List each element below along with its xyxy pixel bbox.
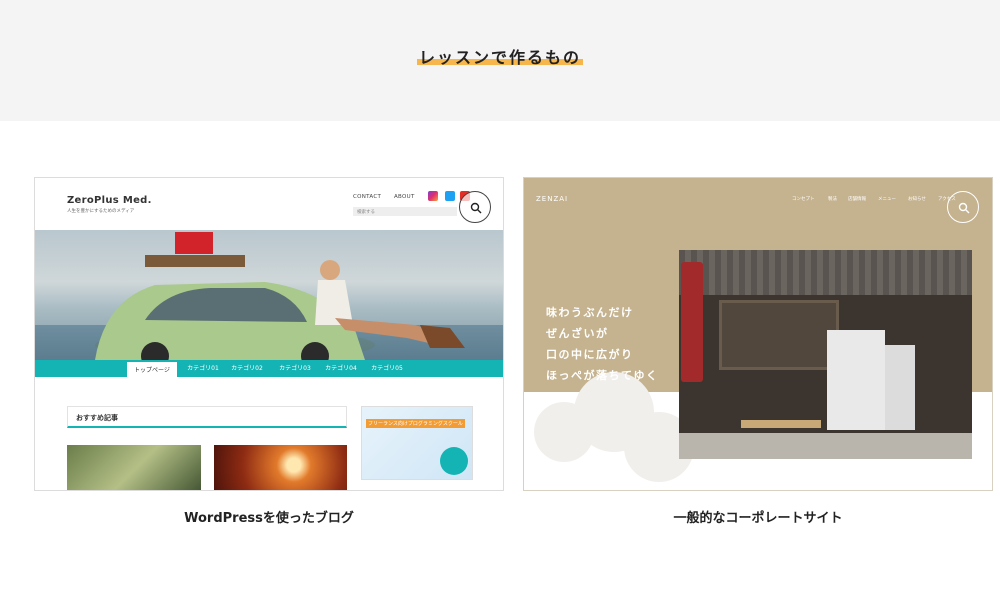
- article-thumbnail: [67, 445, 201, 490]
- search-icon: [947, 191, 979, 223]
- blog-card-caption: WordPressを使ったブログ: [184, 511, 354, 526]
- blog-site-logo: ZeroPlus Med.: [67, 195, 152, 206]
- corporate-hero-copy: 味わうぶんだけ ぜんざいが 口の中に広がり ほっぺが落ちてゆく: [546, 302, 659, 386]
- blog-preview-card[interactable]: ZeroPlus Med. 人生を豊かにするためのメディア CONTACT AB…: [34, 177, 504, 491]
- corporate-nav-concept: コンセプト: [792, 197, 815, 202]
- corporate-nav-menu: メニュー: [878, 197, 896, 202]
- shop-banner-sign: [681, 262, 703, 382]
- blog-tab-cat02: カテゴリ02: [231, 365, 263, 372]
- corporate-nav-method: 製法: [828, 197, 837, 202]
- ad-banner: フリーランス向けプログラミングスクール: [361, 406, 473, 480]
- blog-tab-cat04: カテゴリ04: [325, 365, 357, 372]
- blog-tagline: 人生を豊かにするためのメディア: [67, 209, 135, 214]
- blog-nav-about: ABOUT: [394, 194, 415, 200]
- blog-category-nav: トップページ カテゴリ01 カテゴリ02 カテゴリ03 カテゴリ04 カテゴリ0…: [35, 360, 503, 377]
- blog-tab-cat03: カテゴリ03: [279, 365, 311, 372]
- hero-copy-line: 味わうぶんだけ: [546, 306, 634, 319]
- blog-tab-cat05: カテゴリ05: [371, 365, 403, 372]
- corporate-preview-card[interactable]: ZENZAI コンセプト 製法 店舗情報 メニュー お知らせ アクセス 味わうぶ…: [523, 177, 993, 491]
- blog-tab-cat01: カテゴリ01: [187, 365, 219, 372]
- hero-copy-line: 口の中に広がり: [546, 348, 634, 361]
- article-thumbnail: [214, 445, 347, 490]
- blog-search-box: 検索する: [353, 207, 457, 216]
- corporate-card-caption: 一般的なコーポレートサイト: [673, 511, 843, 526]
- section-title-text: レッスンで作るもの: [416, 44, 583, 68]
- search-icon: [459, 191, 491, 223]
- blog-nav-contact: CONTACT: [353, 194, 382, 200]
- section-title: レッスンで作るもの: [0, 44, 1000, 68]
- blog-tab-top: トップページ: [127, 360, 177, 377]
- corporate-nav-store: 店舗情報: [848, 197, 866, 202]
- corporate-site-logo: ZENZAI: [536, 195, 569, 203]
- hero-copy-line: ぜんざいが: [546, 327, 609, 340]
- hero-copy-line: ほっぺが落ちてゆく: [546, 369, 659, 382]
- corporate-nav-news: お知らせ: [908, 197, 926, 202]
- recommended-heading: おすすめ記事: [67, 406, 347, 428]
- ad-banner-text: フリーランス向けプログラミングスクール: [366, 419, 465, 428]
- shop-storefront-photo: [679, 250, 972, 459]
- instagram-icon: [428, 191, 438, 201]
- ad-badge: [440, 447, 468, 475]
- twitter-icon: [445, 191, 455, 201]
- blog-hero-image: [35, 230, 503, 360]
